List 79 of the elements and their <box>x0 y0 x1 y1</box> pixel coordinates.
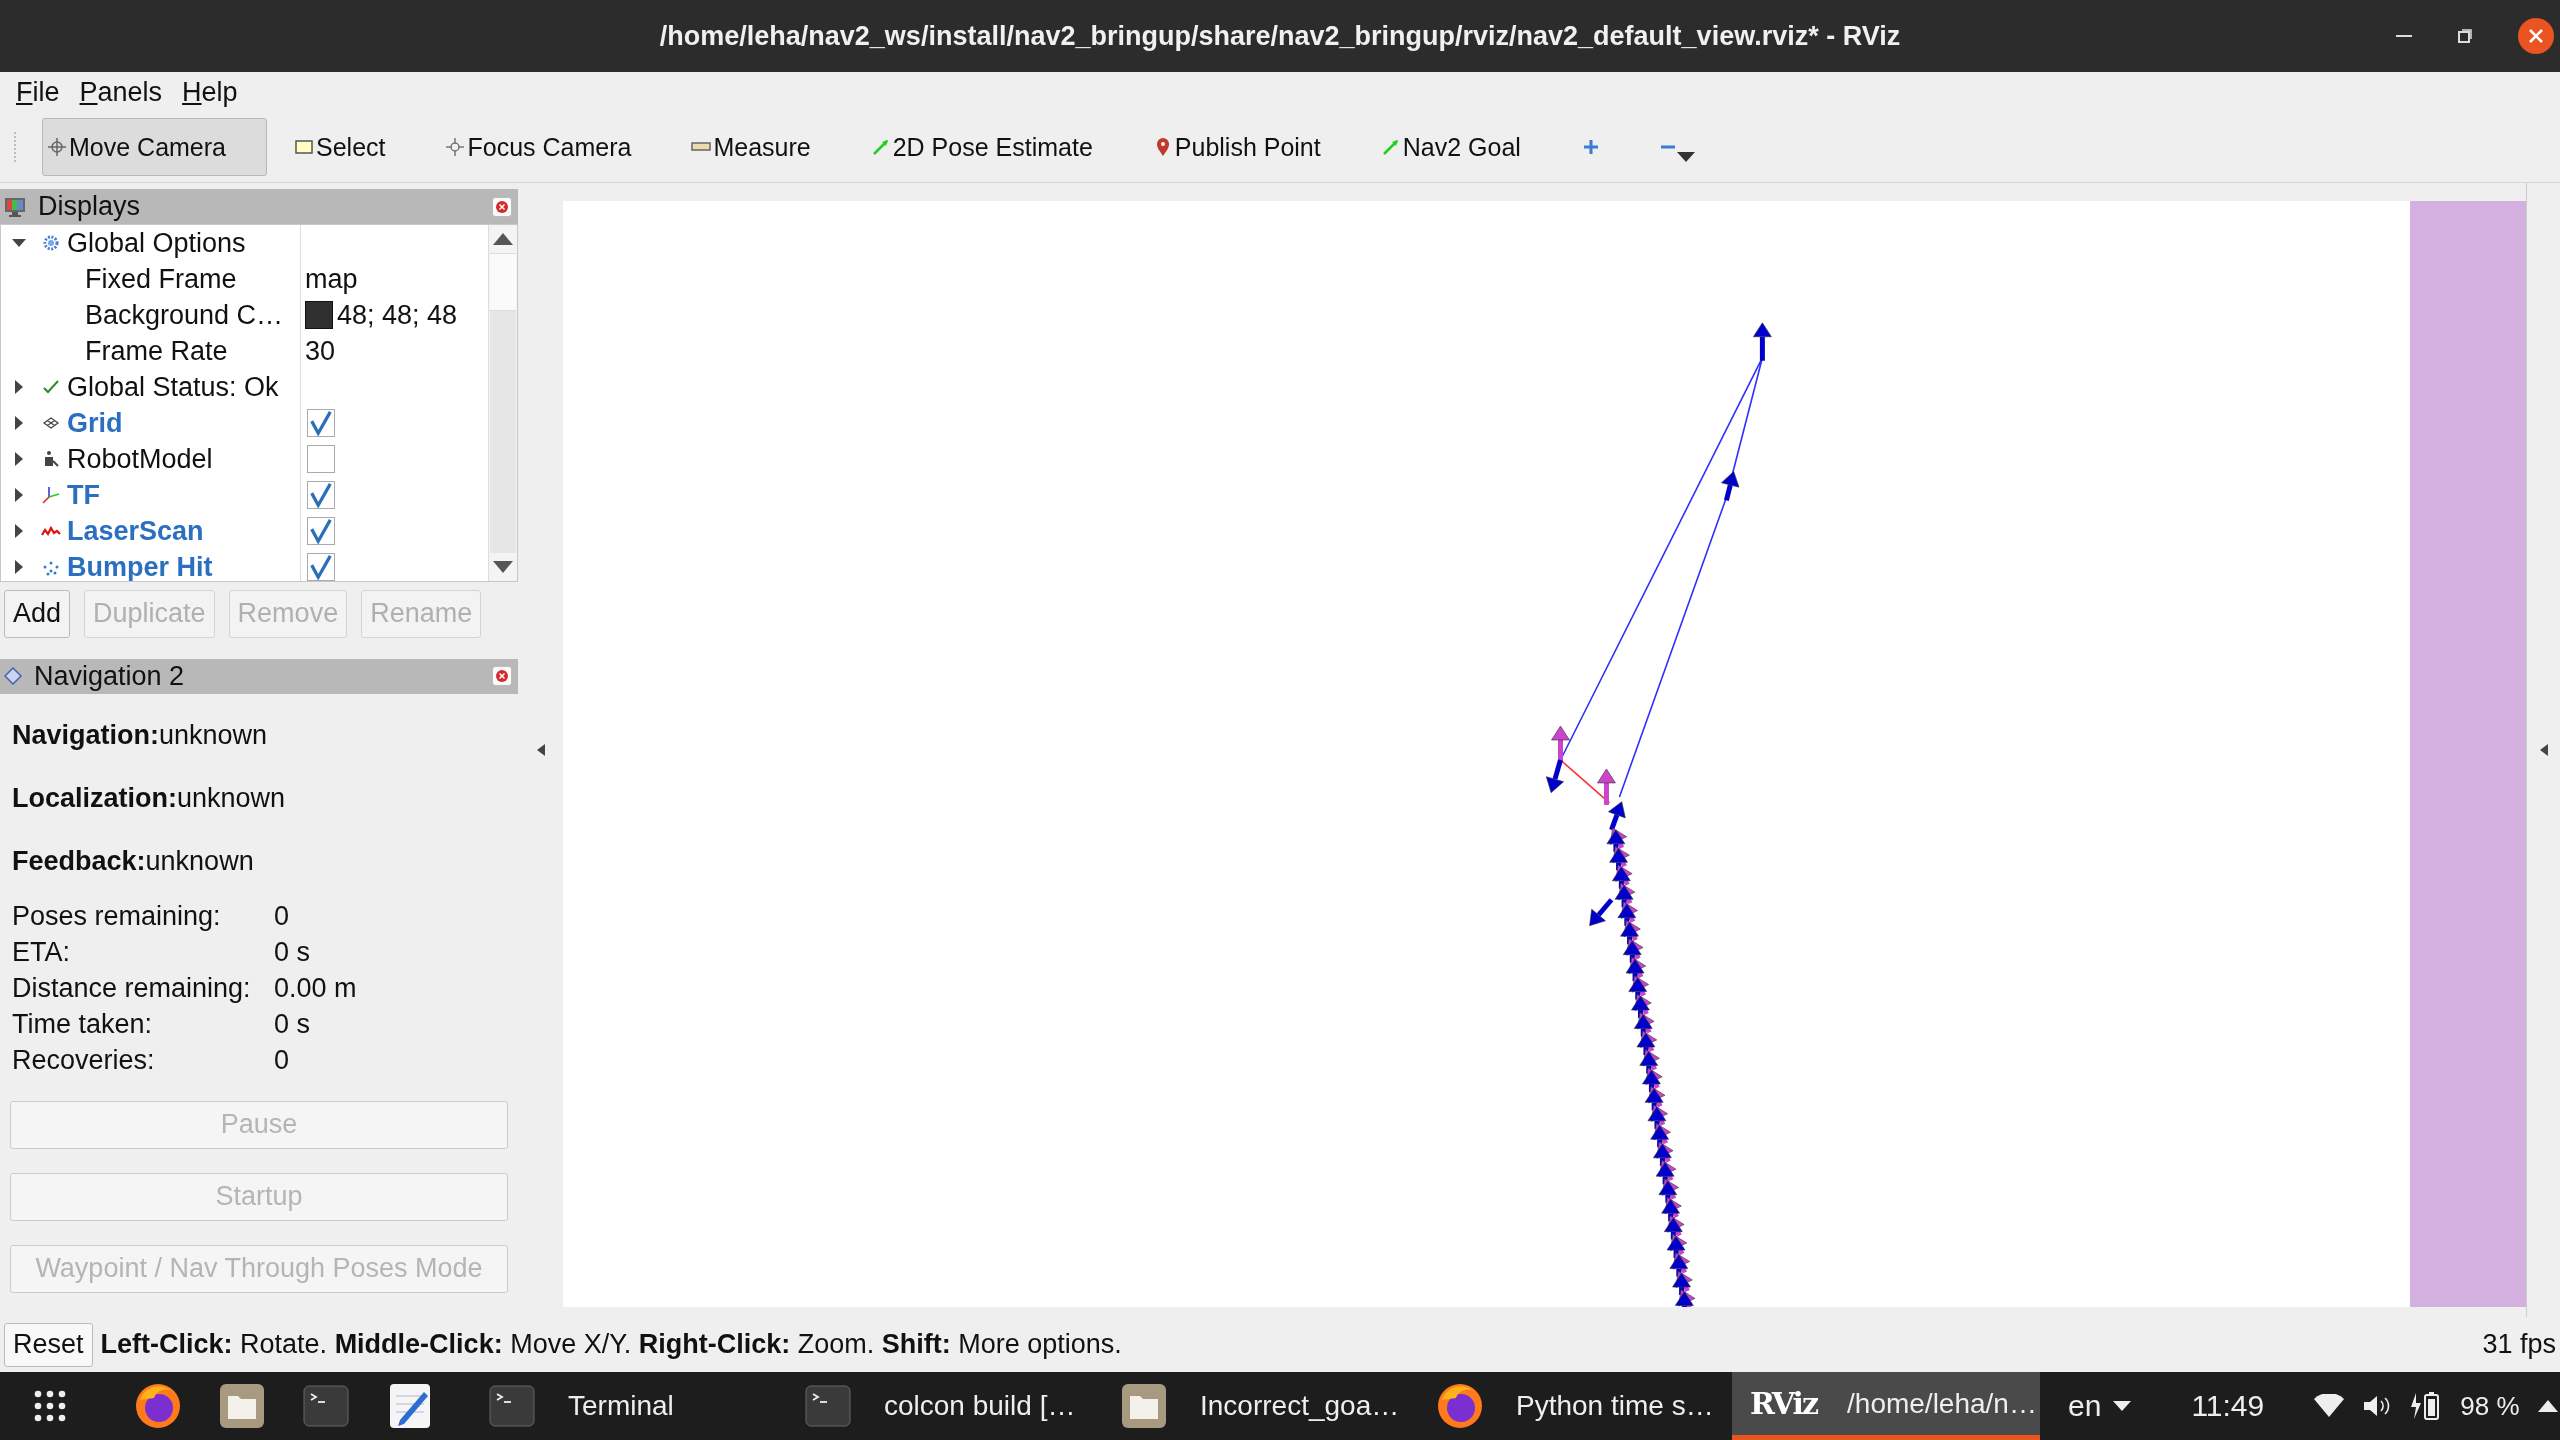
reset-button[interactable]: Reset <box>4 1322 93 1367</box>
taskbar-item[interactable]: RViz /home/leha/n… <box>1732 1372 2040 1440</box>
stat-label: Recoveries: <box>12 1045 156 1077</box>
diamond-icon <box>4 667 22 686</box>
stat-value: 0 <box>274 901 291 933</box>
taskbar-item[interactable]: Incorrect_goa… <box>1100 1372 1400 1440</box>
tree-item[interactable]: Global Status: Ok <box>67 371 279 403</box>
checkbox[interactable] <box>307 409 335 438</box>
app-logo: RViz <box>1750 1386 1818 1421</box>
stat-value: 0 <box>274 1045 291 1077</box>
property-value[interactable]: 30 <box>305 335 336 367</box>
property-name: Background C… <box>85 299 284 331</box>
monitor-icon <box>4 195 26 218</box>
maximize-icon[interactable] <box>2458 29 2472 43</box>
tree-item[interactable]: TF <box>67 479 100 511</box>
collapse-arrow-icon[interactable] <box>2539 744 2548 756</box>
panel-button[interactable]: Add <box>4 589 71 638</box>
tree-item[interactable]: Grid <box>67 407 123 439</box>
tree-item[interactable]: Global Options <box>67 227 246 259</box>
tool-button[interactable]: Nav2 Goal <box>1375 118 1528 176</box>
stat-value: 0 s <box>274 937 312 969</box>
status-line: Feedback:unknown <box>12 845 255 878</box>
window-title: /home/leha/nav2_ws/install/nav2_bringup/share/nav2_bringup/rviz/nav2_default_view.rviz* - RViz <box>659 20 1901 52</box>
stat-label: Poses remaining: <box>12 901 222 933</box>
property-name: Frame Rate <box>85 335 228 367</box>
panel-title: Displays <box>38 191 142 223</box>
stat-label: Distance remaining: <box>12 973 252 1005</box>
stat-label: ETA: <box>12 937 71 969</box>
tool-button[interactable]: Select <box>289 118 393 176</box>
battery-percent[interactable]: 98 % <box>2460 1390 2520 1422</box>
checkbox[interactable] <box>307 553 335 581</box>
collapse-arrow-icon[interactable] <box>536 744 545 756</box>
tool-button[interactable]: Focus Camera <box>440 118 639 176</box>
taskbar-item[interactable]: colcon build [… <box>784 1372 1084 1440</box>
axes-icon <box>41 485 61 506</box>
panel-title: Navigation 2 <box>34 660 186 692</box>
scrollbar[interactable] <box>488 225 517 581</box>
tool-button[interactable]: Measure <box>686 118 818 176</box>
fps-label: 31 fps <box>2482 1329 2556 1360</box>
status-hint: Left-Click: Rotate. Middle-Click: Move X/Y. Right-Click: Zoom. Shift: More options. <box>100 1329 1123 1360</box>
crosshair-icon <box>445 137 466 157</box>
stat-value: 0 s <box>274 1009 312 1041</box>
menu-item[interactable]: Panels <box>79 76 163 108</box>
property-value[interactable]: map <box>305 263 358 295</box>
tree-item[interactable]: RobotModel <box>67 443 213 475</box>
app-grid-icon[interactable] <box>32 1388 68 1424</box>
close-icon[interactable] <box>2518 18 2554 54</box>
taskbar-item[interactable]: Terminal <box>468 1372 768 1440</box>
scroll-thumb[interactable] <box>490 253 516 312</box>
minimize-icon[interactable] <box>2396 34 2412 38</box>
checkbox[interactable] <box>307 517 335 546</box>
language-selector[interactable]: en <box>2068 1389 2102 1423</box>
menu-item[interactable]: Help <box>182 76 238 108</box>
scroll-down-icon[interactable] <box>493 560 513 573</box>
checkbox[interactable] <box>307 481 335 510</box>
stat-label: Time taken: <box>12 1009 154 1041</box>
status-line: Localization:unknown <box>12 782 287 815</box>
taskbar-item[interactable]: Python time s… <box>1416 1372 1716 1440</box>
status-line: Navigation:unknown <box>12 719 269 752</box>
tool-button[interactable]: Move Camera <box>42 118 267 176</box>
checkbox[interactable] <box>307 445 335 474</box>
tool-button[interactable]: Publish Point <box>1147 118 1328 176</box>
wifi-icon[interactable] <box>2314 1394 2345 1418</box>
property-name: Fixed Frame <box>85 263 237 295</box>
rectangle-icon <box>294 137 314 157</box>
color-swatch[interactable] <box>305 301 333 330</box>
clock[interactable]: 11:49 <box>2191 1389 2265 1423</box>
dropdown-icon[interactable] <box>2113 1401 2132 1411</box>
menu-item[interactable]: File <box>16 76 60 108</box>
move-icon <box>47 137 67 157</box>
tool-button[interactable]: 2D Pose Estimate <box>865 118 1100 176</box>
tree-item[interactable]: Bumper Hit <box>67 551 213 581</box>
scroll-up-icon[interactable] <box>493 233 513 246</box>
property-value[interactable]: 48; 48; 48 <box>337 299 458 331</box>
stat-value: 0.00 m <box>274 973 358 1005</box>
menu-arrow-icon[interactable] <box>2537 1400 2558 1412</box>
dropdown-icon <box>1676 152 1695 162</box>
minus-icon <box>1660 145 1675 149</box>
tree-item[interactable]: LaserScan <box>67 515 204 547</box>
